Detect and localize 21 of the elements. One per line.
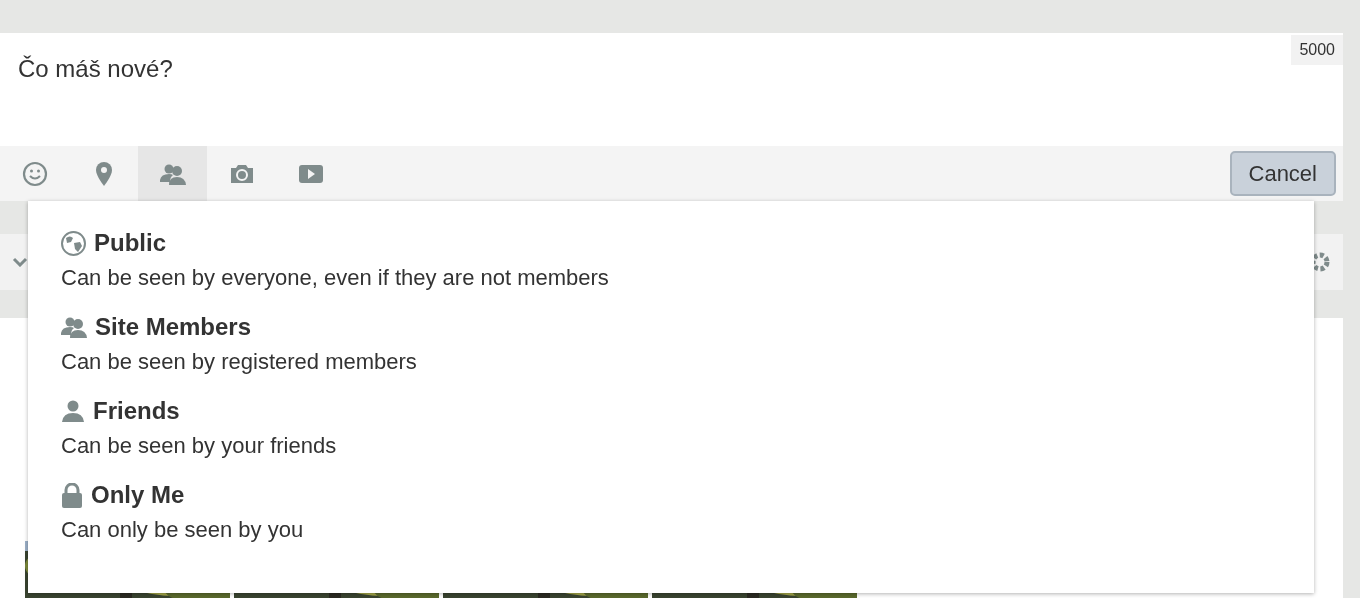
character-counter: 5000 [1291, 35, 1343, 65]
privacy-option-title[interactable]: Public [94, 229, 166, 257]
smiley-icon [21, 160, 48, 187]
cancel-button[interactable]: Cancel [1229, 151, 1336, 196]
people-icon [61, 316, 87, 338]
map-pin-icon [94, 161, 113, 186]
lock-icon [61, 482, 83, 508]
person-icon [61, 400, 85, 422]
play-icon [297, 163, 324, 184]
privacy-option-title[interactable]: Only Me [91, 481, 185, 509]
globe-icon [61, 230, 86, 256]
privacy-option-title[interactable]: Friends [93, 397, 180, 425]
audience-button[interactable] [138, 146, 207, 201]
chevron-icon[interactable] [12, 257, 28, 267]
privacy-option-description: Can only be seen by you [61, 517, 305, 543]
camera-icon [228, 162, 255, 185]
privacy-option-description: Can be seen by your friends [61, 433, 338, 459]
privacy-option-title[interactable]: Site Members [95, 313, 252, 341]
privacy-option-description: Can be seen by registered members [61, 349, 418, 375]
people-icon [159, 162, 186, 185]
privacy-option-description: Can be seen by everyone, even if they are not members [61, 265, 610, 291]
